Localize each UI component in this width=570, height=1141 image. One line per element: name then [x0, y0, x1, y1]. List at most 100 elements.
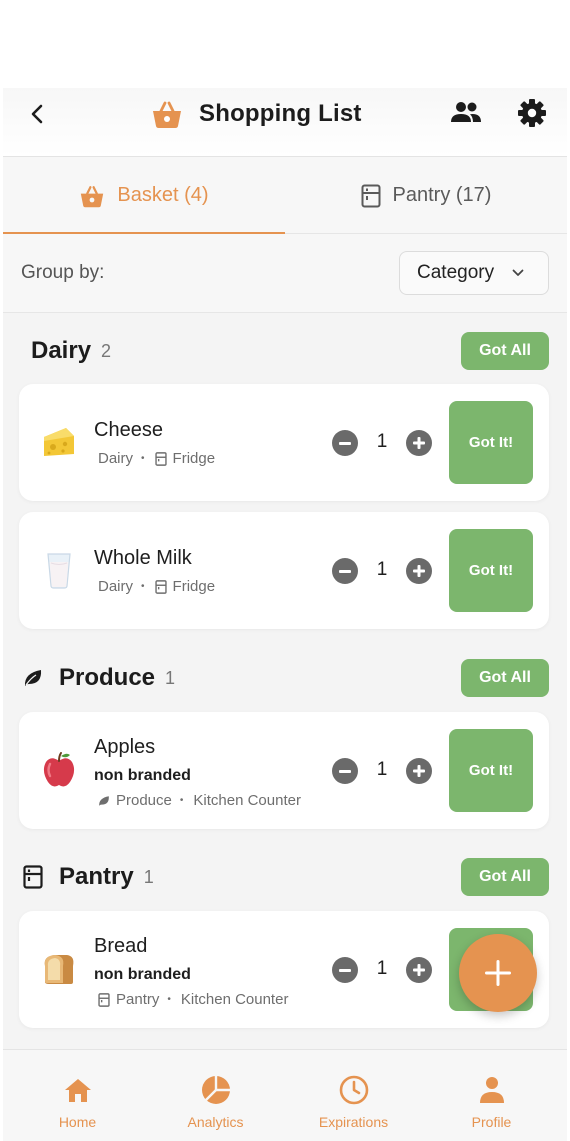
page-title: Shopping List — [199, 100, 362, 127]
item-location: Fridge — [172, 578, 216, 595]
decrease-quantity-button[interactable] — [332, 758, 358, 784]
plus-icon — [485, 960, 511, 986]
item-location: Fridge — [172, 450, 216, 467]
quantity-value: 1 — [376, 559, 388, 580]
section-title: Pantry — [59, 863, 134, 890]
increase-quantity-button[interactable] — [406, 558, 432, 584]
section-title: Dairy — [31, 337, 92, 364]
cabinet-icon — [154, 451, 167, 466]
section-header-pantry: Pantry 1 Got All — [3, 854, 567, 900]
back-button[interactable] — [27, 101, 47, 127]
item-name: Cheese — [94, 419, 163, 441]
quantity-value: 1 — [376, 958, 388, 979]
item-meta: Produce • Kitchen Counter — [98, 792, 301, 809]
bread-icon — [41, 949, 77, 989]
decrease-quantity-button[interactable] — [332, 558, 358, 584]
got-it-button[interactable]: Got It! — [449, 401, 533, 484]
group-by-bar: Group by: Category — [3, 234, 567, 313]
nav-expirations[interactable]: Expirations — [283, 1050, 424, 1141]
quantity-value: 1 — [376, 759, 388, 780]
section-count: 1 — [143, 866, 154, 887]
section-title: Produce — [59, 664, 156, 691]
tab-basket[interactable]: Basket (4) — [3, 157, 285, 235]
share-button[interactable] — [450, 98, 482, 126]
bottom-navigation: Home Analytics Expirations Profile — [3, 1049, 567, 1141]
app-header: Shopping List — [3, 88, 567, 157]
item-name: Apples — [94, 736, 156, 758]
group-by-label: Group by: — [21, 262, 105, 283]
plus-icon — [413, 437, 425, 449]
got-it-button[interactable]: Got It! — [449, 729, 533, 812]
pie-chart-icon — [201, 1076, 230, 1104]
item-category: Dairy — [98, 450, 134, 467]
section-header-dairy: Dairy 2 Got All — [3, 328, 567, 374]
person-icon — [479, 1077, 504, 1103]
tab-basket-label: Basket (4) — [117, 184, 209, 206]
nav-home[interactable]: Home — [7, 1050, 148, 1141]
nav-expirations-label: Expirations — [318, 1114, 389, 1130]
item-name: Bread — [94, 935, 148, 957]
cabinet-icon — [98, 992, 110, 1007]
settings-button[interactable] — [516, 97, 548, 129]
basket-icon — [81, 185, 104, 207]
section-count: 2 — [101, 340, 112, 361]
minus-icon — [339, 769, 351, 773]
group-by-select[interactable]: Category — [399, 251, 549, 295]
decrease-quantity-button[interactable] — [332, 430, 358, 456]
got-all-button[interactable]: Got All — [461, 332, 549, 370]
nav-profile[interactable]: Profile — [421, 1050, 562, 1141]
increase-quantity-button[interactable] — [406, 758, 432, 784]
shopping-list-app: Shopping List Basket (4) Pantry (17) Gro… — [3, 88, 567, 1141]
item-brand: non branded — [94, 966, 191, 983]
item-card-apples: Apples non branded Produce • Kitchen Coun… — [19, 712, 549, 829]
item-brand: non branded — [94, 767, 191, 784]
nav-home-label: Home — [58, 1114, 97, 1130]
apple-icon — [41, 750, 77, 790]
header-title-group: Shopping List — [151, 97, 362, 131]
plus-icon — [413, 565, 425, 577]
item-meta: Dairy • Fridge — [98, 578, 216, 595]
item-meta: Pantry • Kitchen Counter — [98, 991, 288, 1008]
item-category: Produce — [116, 792, 172, 809]
quantity-value: 1 — [376, 431, 388, 452]
item-name: Whole Milk — [94, 547, 192, 569]
item-card-whole-milk: Whole Milk Dairy • Fridge 1 Got It! — [19, 512, 549, 629]
add-item-button[interactable] — [459, 934, 537, 1012]
increase-quantity-button[interactable] — [406, 957, 432, 983]
cabinet-icon — [23, 865, 43, 889]
milk-glass-icon — [41, 550, 77, 590]
item-location: Kitchen Counter — [193, 792, 301, 809]
nav-analytics-label: Analytics — [187, 1114, 244, 1130]
tab-bar: Basket (4) Pantry (17) — [3, 157, 567, 235]
leaf-icon — [99, 795, 109, 806]
cheese-icon — [41, 422, 77, 462]
item-card-cheese: Cheese Dairy • Fridge 1 Got It! — [19, 384, 549, 501]
tab-pantry[interactable]: Pantry (17) — [285, 157, 567, 234]
chevron-left-icon — [31, 104, 43, 124]
chevron-down-icon — [512, 269, 524, 276]
group-by-value: Category — [417, 262, 495, 283]
got-it-button[interactable]: Got It! — [449, 529, 533, 612]
gear-icon — [518, 99, 546, 127]
item-location: Kitchen Counter — [180, 991, 289, 1008]
cabinet-icon — [154, 579, 167, 594]
section-header-produce: Produce 1 Got All — [3, 655, 567, 701]
nav-analytics[interactable]: Analytics — [145, 1050, 286, 1141]
leaf-icon — [24, 670, 42, 686]
cabinet-icon — [361, 184, 381, 207]
minus-icon — [339, 569, 351, 573]
got-all-button[interactable]: Got All — [461, 659, 549, 697]
item-category: Dairy — [98, 578, 134, 595]
decrease-quantity-button[interactable] — [332, 957, 358, 983]
nav-profile-label: Profile — [471, 1114, 512, 1130]
plus-icon — [413, 765, 425, 777]
plus-icon — [413, 964, 425, 976]
people-icon — [451, 102, 481, 122]
item-category: Pantry — [116, 991, 160, 1008]
home-icon — [64, 1079, 91, 1102]
increase-quantity-button[interactable] — [406, 430, 432, 456]
section-count: 1 — [165, 667, 176, 688]
tab-pantry-label: Pantry (17) — [392, 184, 492, 206]
got-all-button[interactable]: Got All — [461, 858, 549, 896]
minus-icon — [339, 441, 351, 445]
